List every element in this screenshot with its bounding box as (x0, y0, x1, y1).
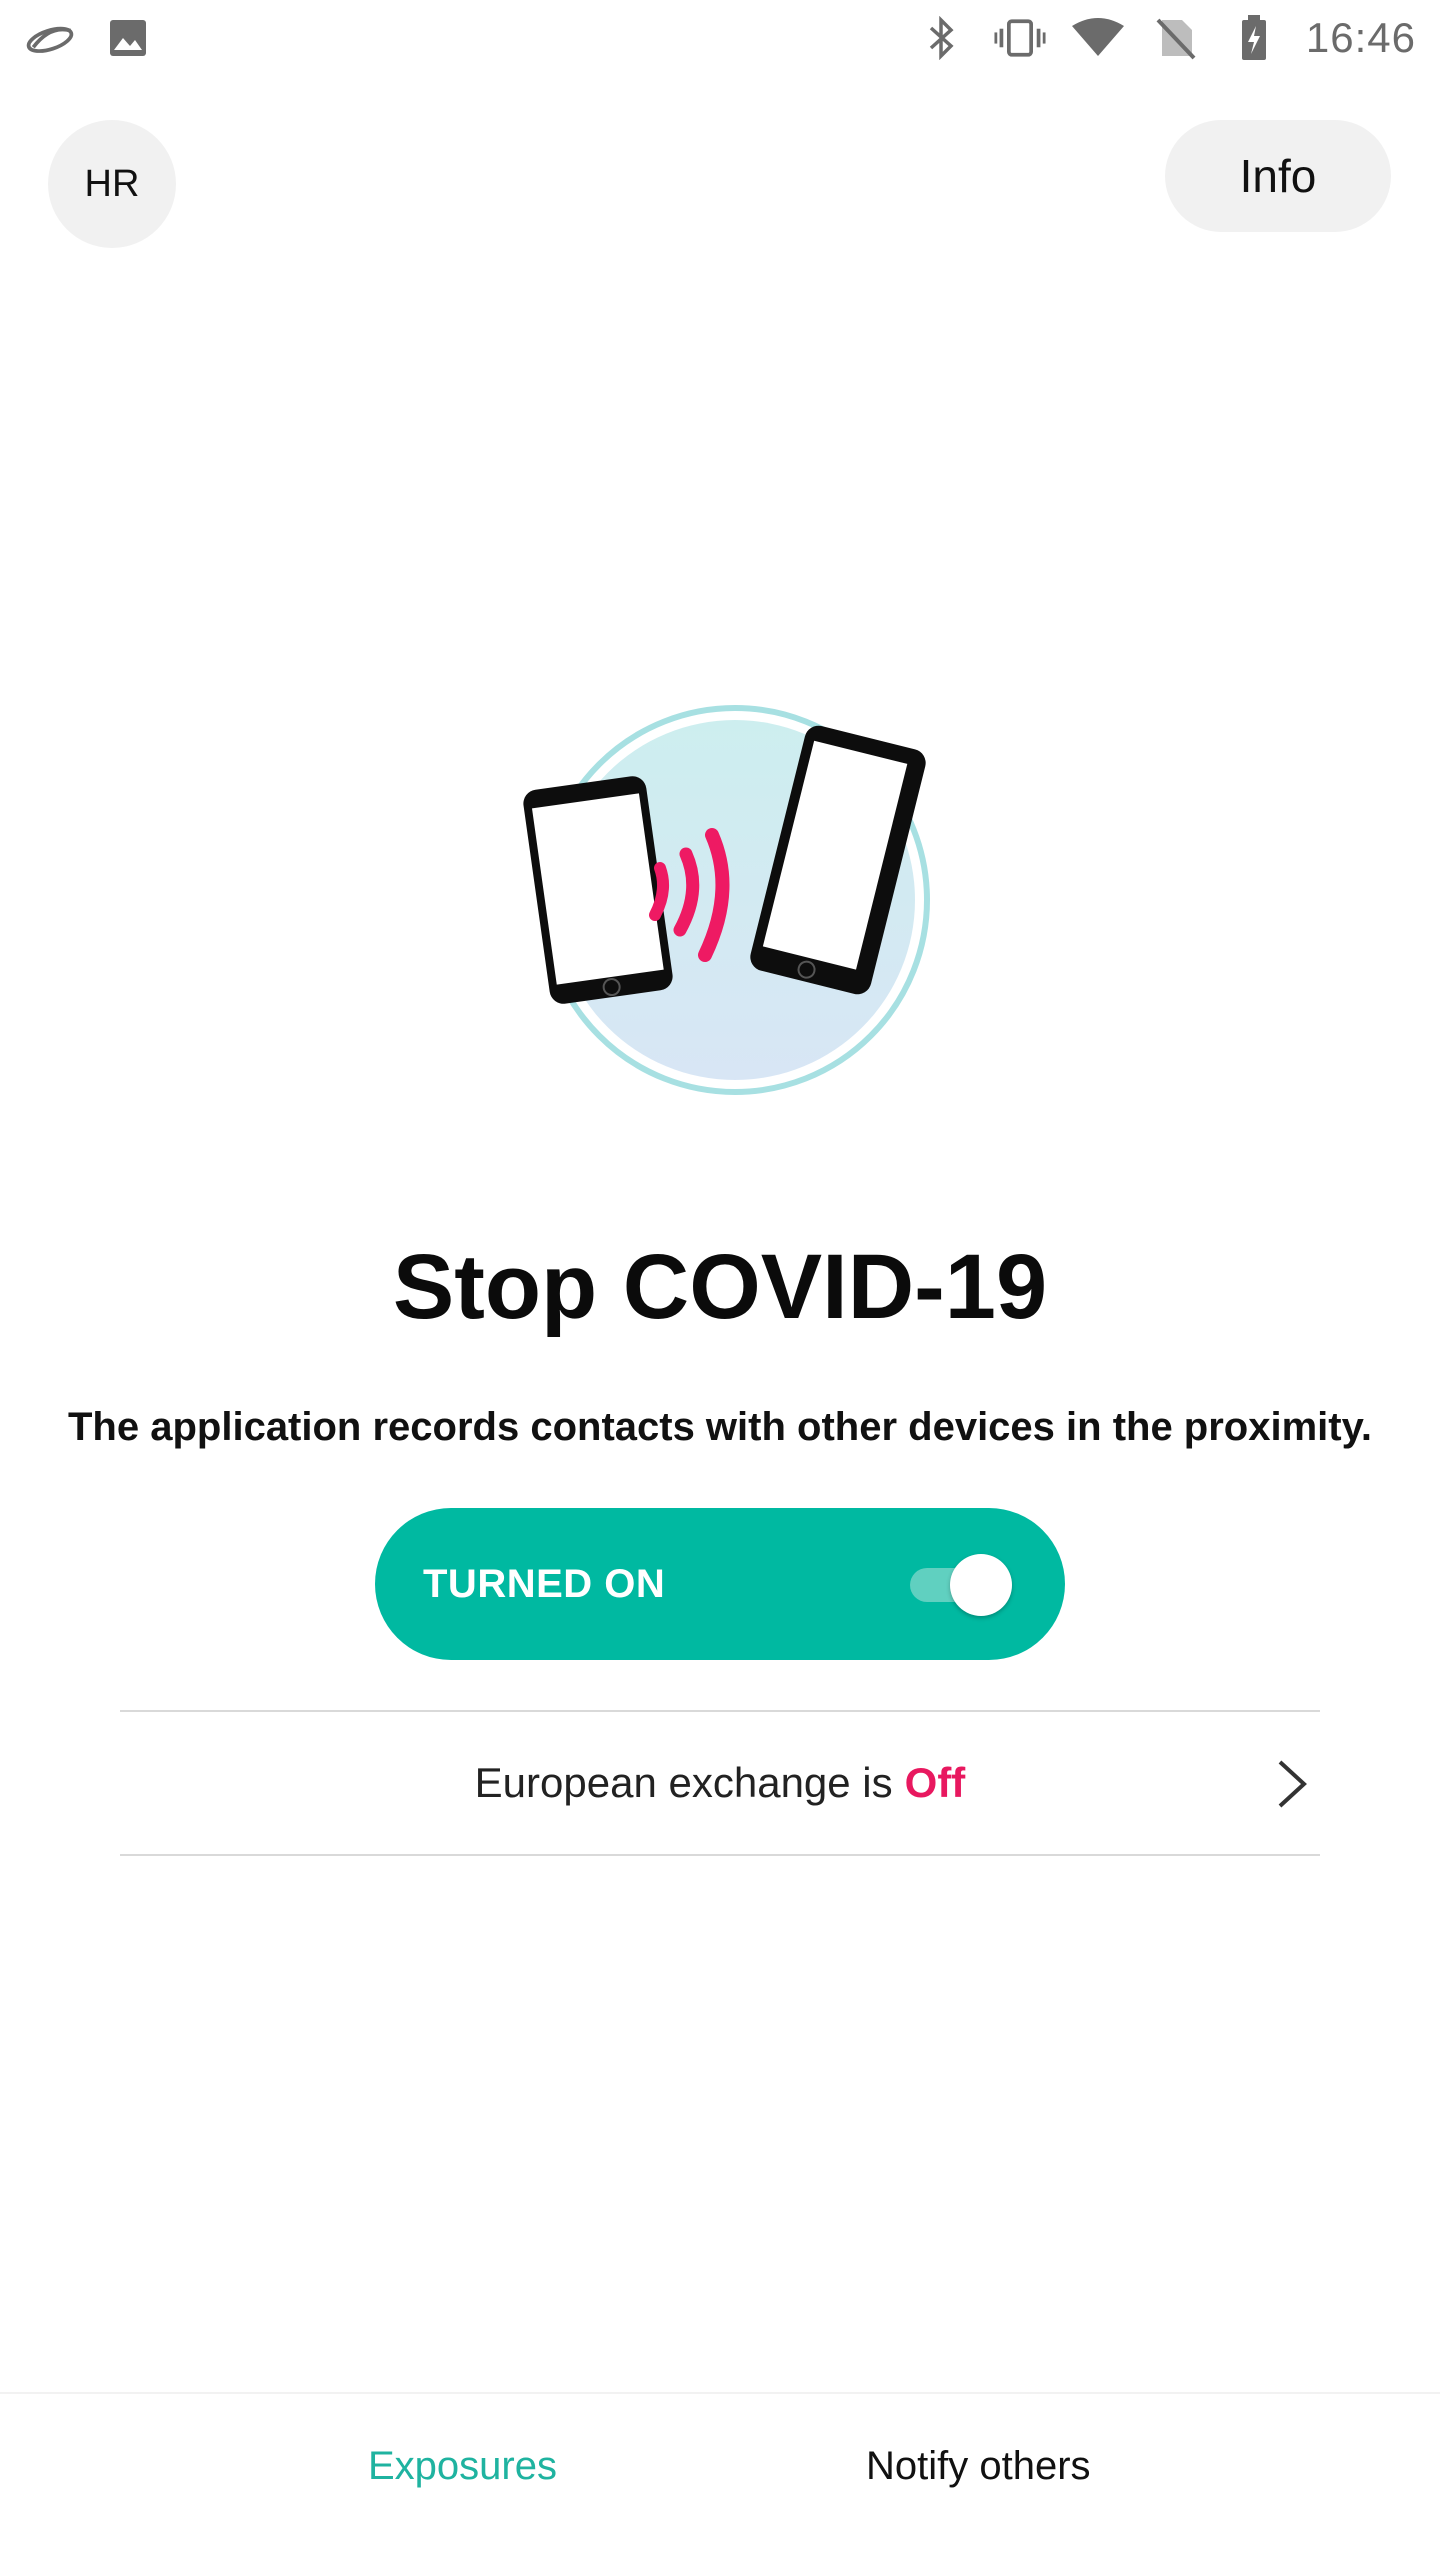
chevron-right-icon (1272, 1760, 1312, 1808)
language-button[interactable]: HR (48, 120, 176, 248)
battery-charging-icon (1228, 14, 1280, 60)
tab-notify-others[interactable]: Notify others (866, 2444, 1091, 2489)
page-subtitle: The application records contacts with ot… (68, 1405, 1372, 1449)
tab-exposures[interactable]: Exposures (368, 2444, 557, 2489)
vibrate-icon (994, 16, 1046, 60)
bluetooth-icon (916, 15, 968, 60)
switch-knob (950, 1554, 1012, 1616)
divider-bottom (120, 1854, 1320, 1856)
image-icon (102, 16, 154, 60)
clock-time: 16:46 (1305, 13, 1416, 61)
exchange-text: European exchange is (474, 1759, 893, 1806)
status-bar: 16:46 (0, 0, 1440, 75)
status-bar-left (24, 16, 154, 60)
wifi-icon (1071, 16, 1124, 60)
no-sim-icon (1150, 16, 1202, 60)
info-button[interactable]: Info (1165, 120, 1391, 232)
european-exchange-row[interactable]: European exchange is Off (120, 1712, 1320, 1854)
bottom-navigation: Exposures Notify others (0, 2392, 1440, 2562)
page-title: Stop COVID-19 (392, 1236, 1048, 1338)
tracing-switch[interactable] (910, 1554, 1012, 1616)
exchange-status-badge: Off (904, 1759, 966, 1806)
cloud-app-icon (24, 16, 76, 60)
toggle-label: TURNED ON (423, 1561, 666, 1606)
tracing-toggle-button[interactable]: TURNED ON (375, 1508, 1065, 1660)
hero-illustration (490, 690, 950, 1110)
status-bar-right: 16:46 (916, 14, 1416, 62)
